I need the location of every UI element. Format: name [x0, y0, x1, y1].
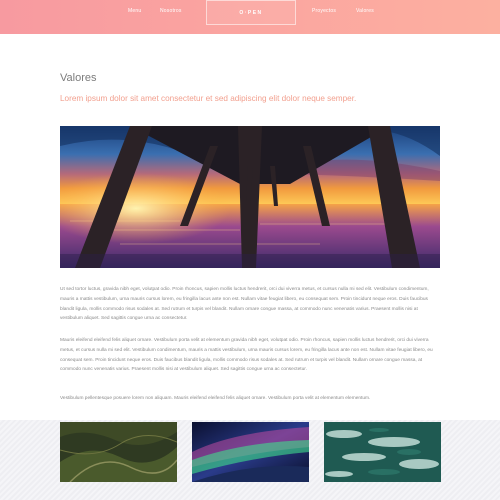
top-nav-bar: Menu Nosotros O·PEN Proyectos Valores	[0, 0, 500, 34]
page-subtitle: Lorem ipsum dolor sit amet consectetur e…	[60, 94, 357, 103]
nav-link-menu[interactable]: Menu	[128, 8, 141, 14]
page-title: Valores	[60, 72, 97, 84]
gallery-thumb-aurora-earth[interactable]	[192, 422, 309, 482]
nav-link-nosotros[interactable]: Nosotros	[160, 8, 182, 14]
site-logo[interactable]: O·PEN	[206, 0, 296, 25]
body-paragraph-1: Ut sed tortor luctus, gravida nibh eget,…	[60, 287, 429, 322]
gallery-thumb-aerial-landscape[interactable]	[60, 422, 177, 482]
nav-link-valores[interactable]: Valores	[356, 8, 374, 14]
body-paragraph-2: Mauris eleifend eleifend felis aliquet o…	[60, 338, 433, 373]
body-paragraph-3: Vestibulum pellentesque posuere lorem no…	[60, 396, 371, 401]
nav-link-proyectos[interactable]: Proyectos	[312, 8, 336, 14]
gallery-thumb-ocean-waves[interactable]	[324, 422, 441, 482]
hero-image-pier-sunset	[60, 126, 440, 268]
